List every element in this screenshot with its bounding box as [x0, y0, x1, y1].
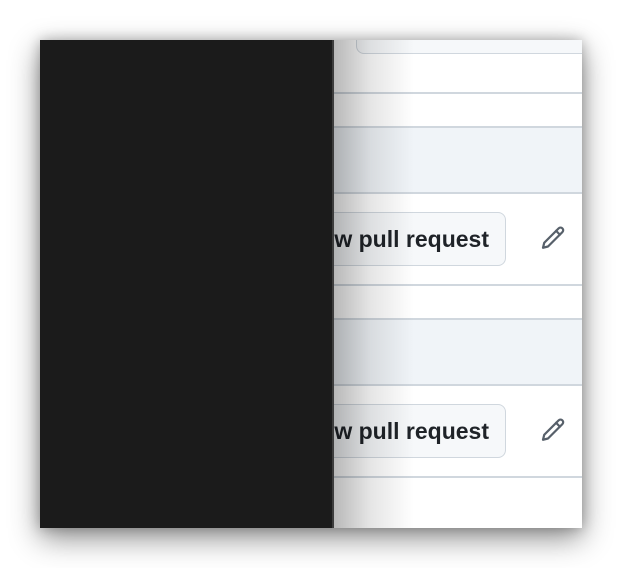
repository-list-panel: New pull request New pull request [334, 40, 582, 528]
dark-side-panel [40, 40, 334, 528]
divider [334, 284, 582, 286]
new-pull-request-button[interactable]: New pull request [334, 212, 506, 266]
new-pull-request-button[interactable]: New pull request [334, 404, 506, 458]
pencil-icon[interactable] [536, 222, 570, 256]
section-header-band [334, 126, 582, 194]
screenshot-stage: New pull request New pull request [0, 0, 622, 568]
list-item: New pull request [334, 386, 582, 476]
app-window: New pull request New pull request [40, 40, 582, 528]
divider [334, 476, 582, 478]
section-header-band [334, 318, 582, 386]
list-item: New pull request [334, 194, 582, 284]
divider [334, 92, 582, 94]
pencil-icon[interactable] [536, 414, 570, 448]
top-input-field[interactable] [356, 40, 582, 54]
